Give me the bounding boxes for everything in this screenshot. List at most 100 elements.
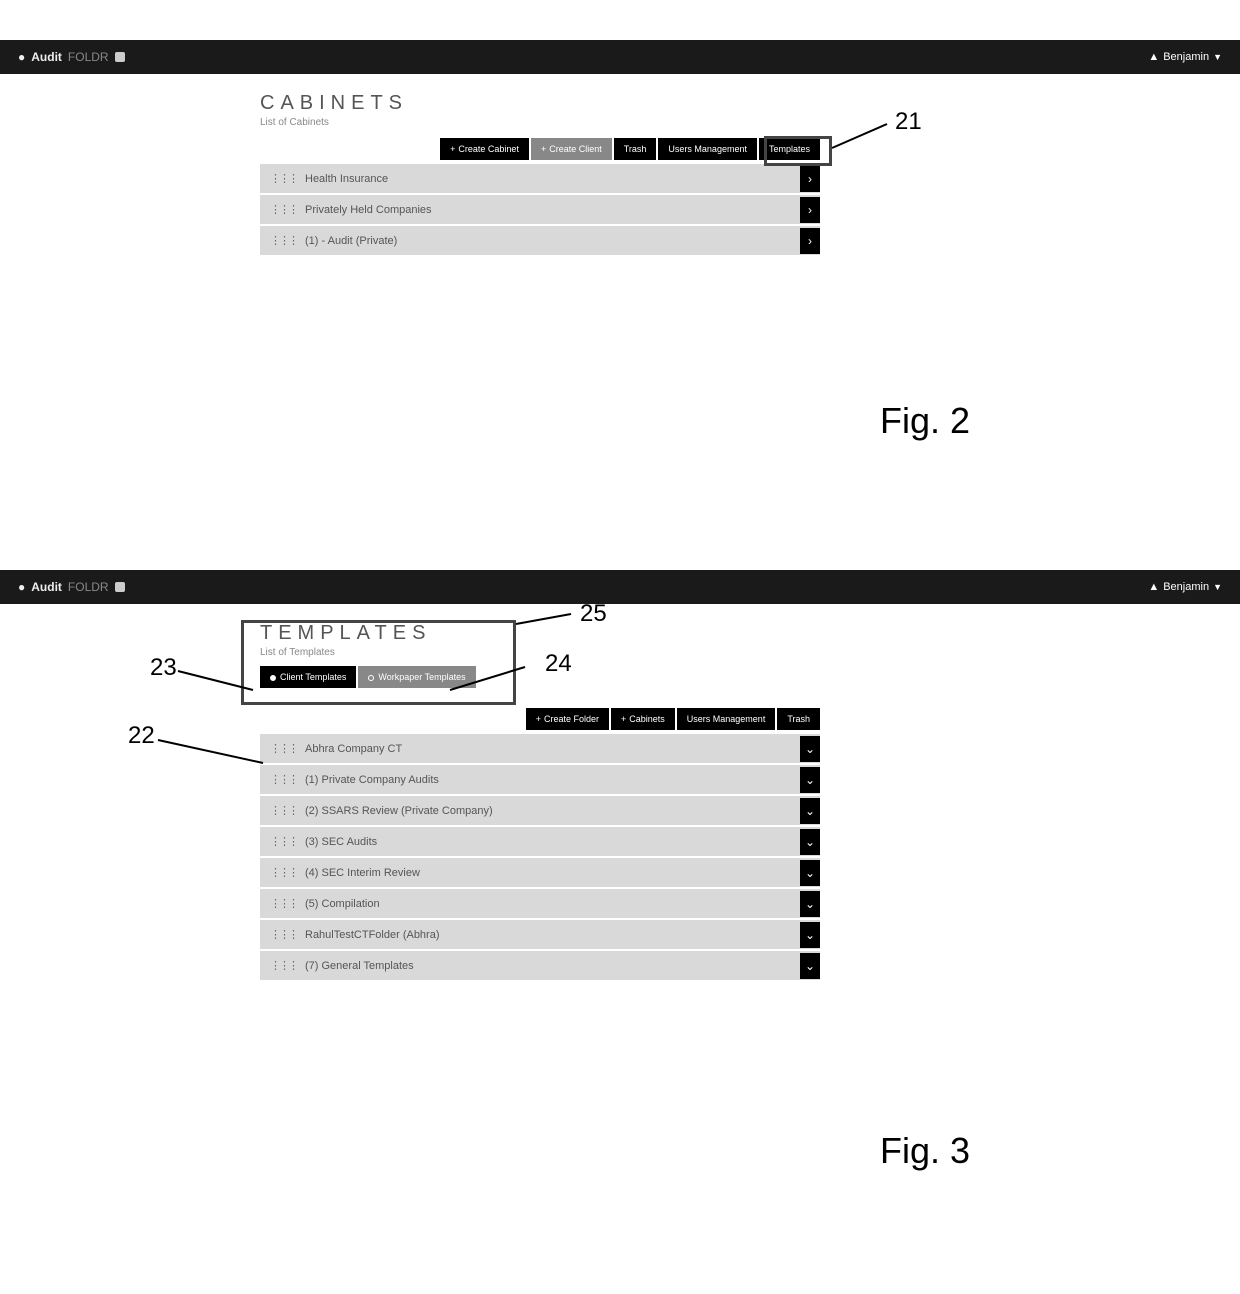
row-label: (1) Private Company Audits [305,774,439,786]
callout-leader-23 [178,669,258,694]
trash-button[interactable]: Trash [614,138,657,160]
drag-handle-icon: ⋮⋮⋮ [270,804,297,817]
brand-text-a: Audit [31,580,62,594]
list-item[interactable]: ⋮⋮⋮ (3) SEC Audits ⌄ [260,827,820,858]
lock-icon: ● [18,580,25,594]
create-client-button[interactable]: +Create Client [531,138,612,160]
user-menu[interactable]: ▲ Benjamin ▼ [1148,581,1222,593]
page-title: CABINETS [260,92,820,115]
lock-icon: ● [18,50,25,64]
drag-handle-icon: ⋮⋮⋮ [270,742,297,755]
list-item[interactable]: ⋮⋮⋮ (4) SEC Interim Review ⌄ [260,858,820,889]
chevron-down-icon[interactable]: ⌄ [800,891,820,917]
list-item[interactable]: ⋮⋮⋮ Health Insurance › [260,164,820,195]
row-label: Abhra Company CT [305,743,402,755]
btn-label: Users Management [668,144,747,154]
row-label: (1) - Audit (Private) [305,235,397,247]
plus-icon: + [621,714,626,724]
figure-3-block: ● AuditFOLDR ▲ Benjamin ▼ TEMPLATES List… [0,570,1240,982]
drag-handle-icon: ⋮⋮⋮ [270,866,297,879]
row-label: (4) SEC Interim Review [305,867,420,879]
chevron-right-icon[interactable]: › [800,197,820,223]
callout-leader-24 [450,665,540,695]
figure-2-block: ● Audit FOLDR ▲ Benjamin ▼ CABINETS List … [0,40,1240,257]
chevron-down-icon[interactable]: ⌄ [800,736,820,762]
row-label: Privately Held Companies [305,204,432,216]
btn-label: Users Management [687,714,766,724]
drag-handle-icon: ⋮⋮⋮ [270,203,297,216]
list-item[interactable]: ⋮⋮⋮ (2) SSARS Review (Private Company) ⌄ [260,796,820,827]
figure-3-label: Fig. 3 [880,1130,970,1172]
chevron-down-icon: ▼ [1213,582,1222,592]
chevron-down-icon[interactable]: ⌄ [800,767,820,793]
list-item[interactable]: ⋮⋮⋮ (1) - Audit (Private) › [260,226,820,257]
row-label: (2) SSARS Review (Private Company) [305,805,493,817]
row-label: (3) SEC Audits [305,836,377,848]
btn-label: Create Cabinet [458,144,519,154]
app-icon [115,52,125,62]
callout-25: 25 [580,600,607,628]
trash-button[interactable]: Trash [777,708,820,730]
app-icon [115,582,125,592]
brand: ● Audit FOLDR [18,580,125,594]
chevron-right-icon[interactable]: › [800,166,820,192]
list-item[interactable]: ⋮⋮⋮ (1) Private Company Audits ⌄ [260,765,820,796]
chevron-down-icon: ▼ [1213,52,1222,62]
topbar: ● Audit FOLDR ▲ Benjamin ▼ [0,40,1240,74]
callout-22: 22 [128,722,155,750]
drag-handle-icon: ⋮⋮⋮ [270,835,297,848]
btn-label: Create Client [549,144,602,154]
drag-handle-icon: ⋮⋮⋮ [270,928,297,941]
callout-23: 23 [150,654,177,682]
user-icon: ▲ [1148,581,1159,593]
row-label: RahulTestCTFolder (Abhra) [305,929,440,941]
callout-box-21 [764,136,832,166]
chevron-down-icon[interactable]: ⌄ [800,922,820,948]
drag-handle-icon: ⋮⋮⋮ [270,773,297,786]
drag-handle-icon: ⋮⋮⋮ [270,234,297,247]
callout-leader-22 [158,738,268,768]
create-cabinet-button[interactable]: +Create Cabinet [440,138,529,160]
cabinet-list: ⋮⋮⋮ Health Insurance › ⋮⋮⋮ Privately Held … [260,164,820,257]
chevron-right-icon[interactable]: › [800,228,820,254]
brand-text-a: Audit [31,50,62,64]
drag-handle-icon: ⋮⋮⋮ [270,959,297,972]
brand-text-b: FOLDR [68,50,109,64]
users-management-button[interactable]: Users Management [658,138,757,160]
btn-label: Trash [624,144,647,154]
list-item[interactable]: ⋮⋮⋮(7) General Templates⌄ [260,951,820,982]
row-label: Health Insurance [305,173,388,185]
drag-handle-icon: ⋮⋮⋮ [270,897,297,910]
brand: ● Audit FOLDR [18,50,125,64]
btn-label: Trash [787,714,810,724]
chevron-down-icon[interactable]: ⌄ [800,798,820,824]
chevron-down-icon[interactable]: ⌄ [800,953,820,979]
btn-label: Cabinets [629,714,665,724]
plus-icon: + [536,714,541,724]
page-subtitle: List of Cabinets [260,117,820,128]
user-menu[interactable]: ▲ Benjamin ▼ [1148,51,1222,63]
create-folder-button[interactable]: +Create Folder [526,708,609,730]
callout-21: 21 [895,108,922,136]
users-management-button[interactable]: Users Management [677,708,776,730]
callout-24: 24 [545,650,572,678]
user-name: Benjamin [1163,581,1209,593]
cabinets-content: CABINETS List of Cabinets +Create Cabine… [260,92,820,257]
btn-label: Create Folder [544,714,599,724]
action-button-row: +Create Folder +Cabinets Users Managemen… [260,708,820,730]
list-item[interactable]: ⋮⋮⋮ (5) Compilation ⌄ [260,889,820,920]
row-label: (5) Compilation [305,898,380,910]
template-list: ⋮⋮⋮ Abhra Company CT ⌄ ⋮⋮⋮ (1) Private Comp… [260,734,820,982]
user-icon: ▲ [1148,51,1159,63]
plus-icon: + [450,144,455,154]
chevron-down-icon[interactable]: ⌄ [800,829,820,855]
list-item[interactable]: ⋮⋮⋮ Privately Held Companies › [260,195,820,226]
brand-text-b: FOLDR [68,580,109,594]
list-item[interactable]: ⋮⋮⋮ RahulTestCTFolder (Abhra) ⌄ [260,920,820,951]
chevron-down-icon[interactable]: ⌄ [800,860,820,886]
user-name: Benjamin [1163,51,1209,63]
topbar: ● Audit FOLDR ▲ Benjamin ▼ [0,570,1240,604]
cabinets-button[interactable]: +Cabinets [611,708,675,730]
drag-handle-icon: ⋮⋮⋮ [270,172,297,185]
list-item[interactable]: ⋮⋮⋮ Abhra Company CT ⌄ [260,734,820,765]
